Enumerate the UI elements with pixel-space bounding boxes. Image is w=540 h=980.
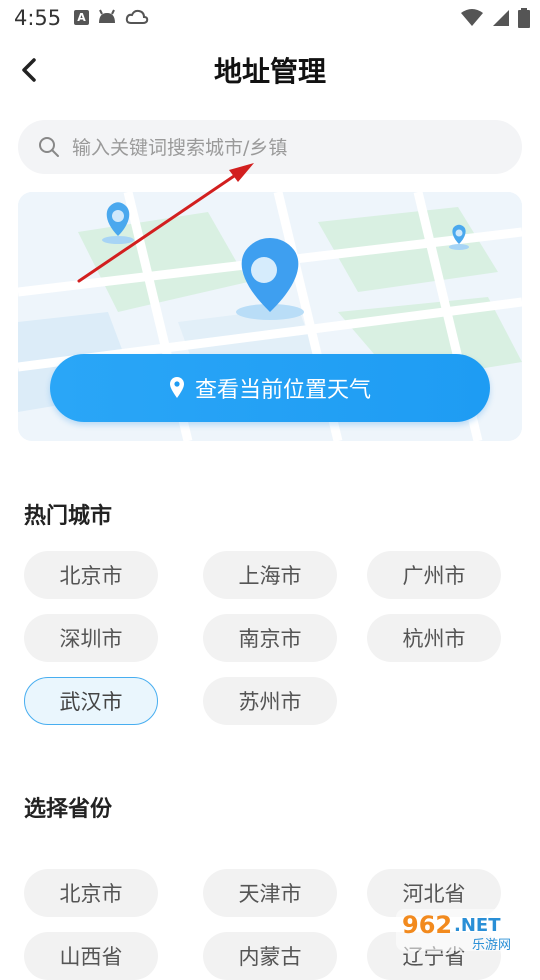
watermark-icon: 962 .NET 乐游网 (396, 909, 534, 953)
province-chip-beijing[interactable]: 北京市 (24, 869, 158, 917)
city-chip-suzhou[interactable]: 苏州市 (203, 677, 337, 725)
search-icon (39, 137, 59, 157)
status-time: 4:55 (14, 6, 62, 30)
city-chip-hangzhou[interactable]: 杭州市 (367, 614, 501, 662)
status-notification-icons: A (74, 8, 149, 26)
location-pin-icon (169, 377, 184, 398)
watermark-sub: 乐游网 (472, 938, 511, 953)
watermark-main: 962 (402, 911, 452, 939)
watermark-suffix: .NET (454, 915, 501, 936)
city-chip-wuhan-selected[interactable]: 武汉市 (24, 677, 158, 725)
battery-icon (518, 8, 530, 28)
search-box[interactable] (18, 120, 522, 176)
city-chip-guangzhou[interactable]: 广州市 (367, 551, 501, 599)
status-system-icons (460, 8, 530, 28)
android-icon (99, 9, 115, 23)
search-input[interactable] (70, 120, 504, 176)
city-chip-shenzhen[interactable]: 深圳市 (24, 614, 158, 662)
map-card: 查看当前位置天气 (18, 192, 522, 441)
header: 地址管理 (0, 36, 540, 102)
cloud-icon (125, 9, 149, 24)
province-chip-tianjin[interactable]: 天津市 (203, 869, 337, 917)
hot-cities-title: 热门城市 (24, 504, 113, 529)
wifi-icon (461, 9, 483, 26)
city-chip-shanghai[interactable]: 上海市 (203, 551, 337, 599)
province-chip-neimenggu[interactable]: 内蒙古 (203, 932, 337, 980)
page-title: 地址管理 (213, 55, 326, 88)
signal-icon (493, 10, 509, 26)
current-location-weather-button[interactable]: 查看当前位置天气 (50, 354, 490, 422)
province-chip-shanxi[interactable]: 山西省 (24, 932, 158, 980)
a-app-icon: A (74, 9, 89, 25)
watermark-logo: 962 .NET 乐游网 (396, 905, 536, 955)
city-chip-nanjing[interactable]: 南京市 (203, 614, 337, 662)
current-location-weather-label: 查看当前位置天气 (194, 378, 371, 403)
provinces-title: 选择省份 (24, 797, 113, 822)
status-bar: 4:55 A (0, 0, 540, 36)
city-chip-beijing[interactable]: 北京市 (24, 551, 158, 599)
